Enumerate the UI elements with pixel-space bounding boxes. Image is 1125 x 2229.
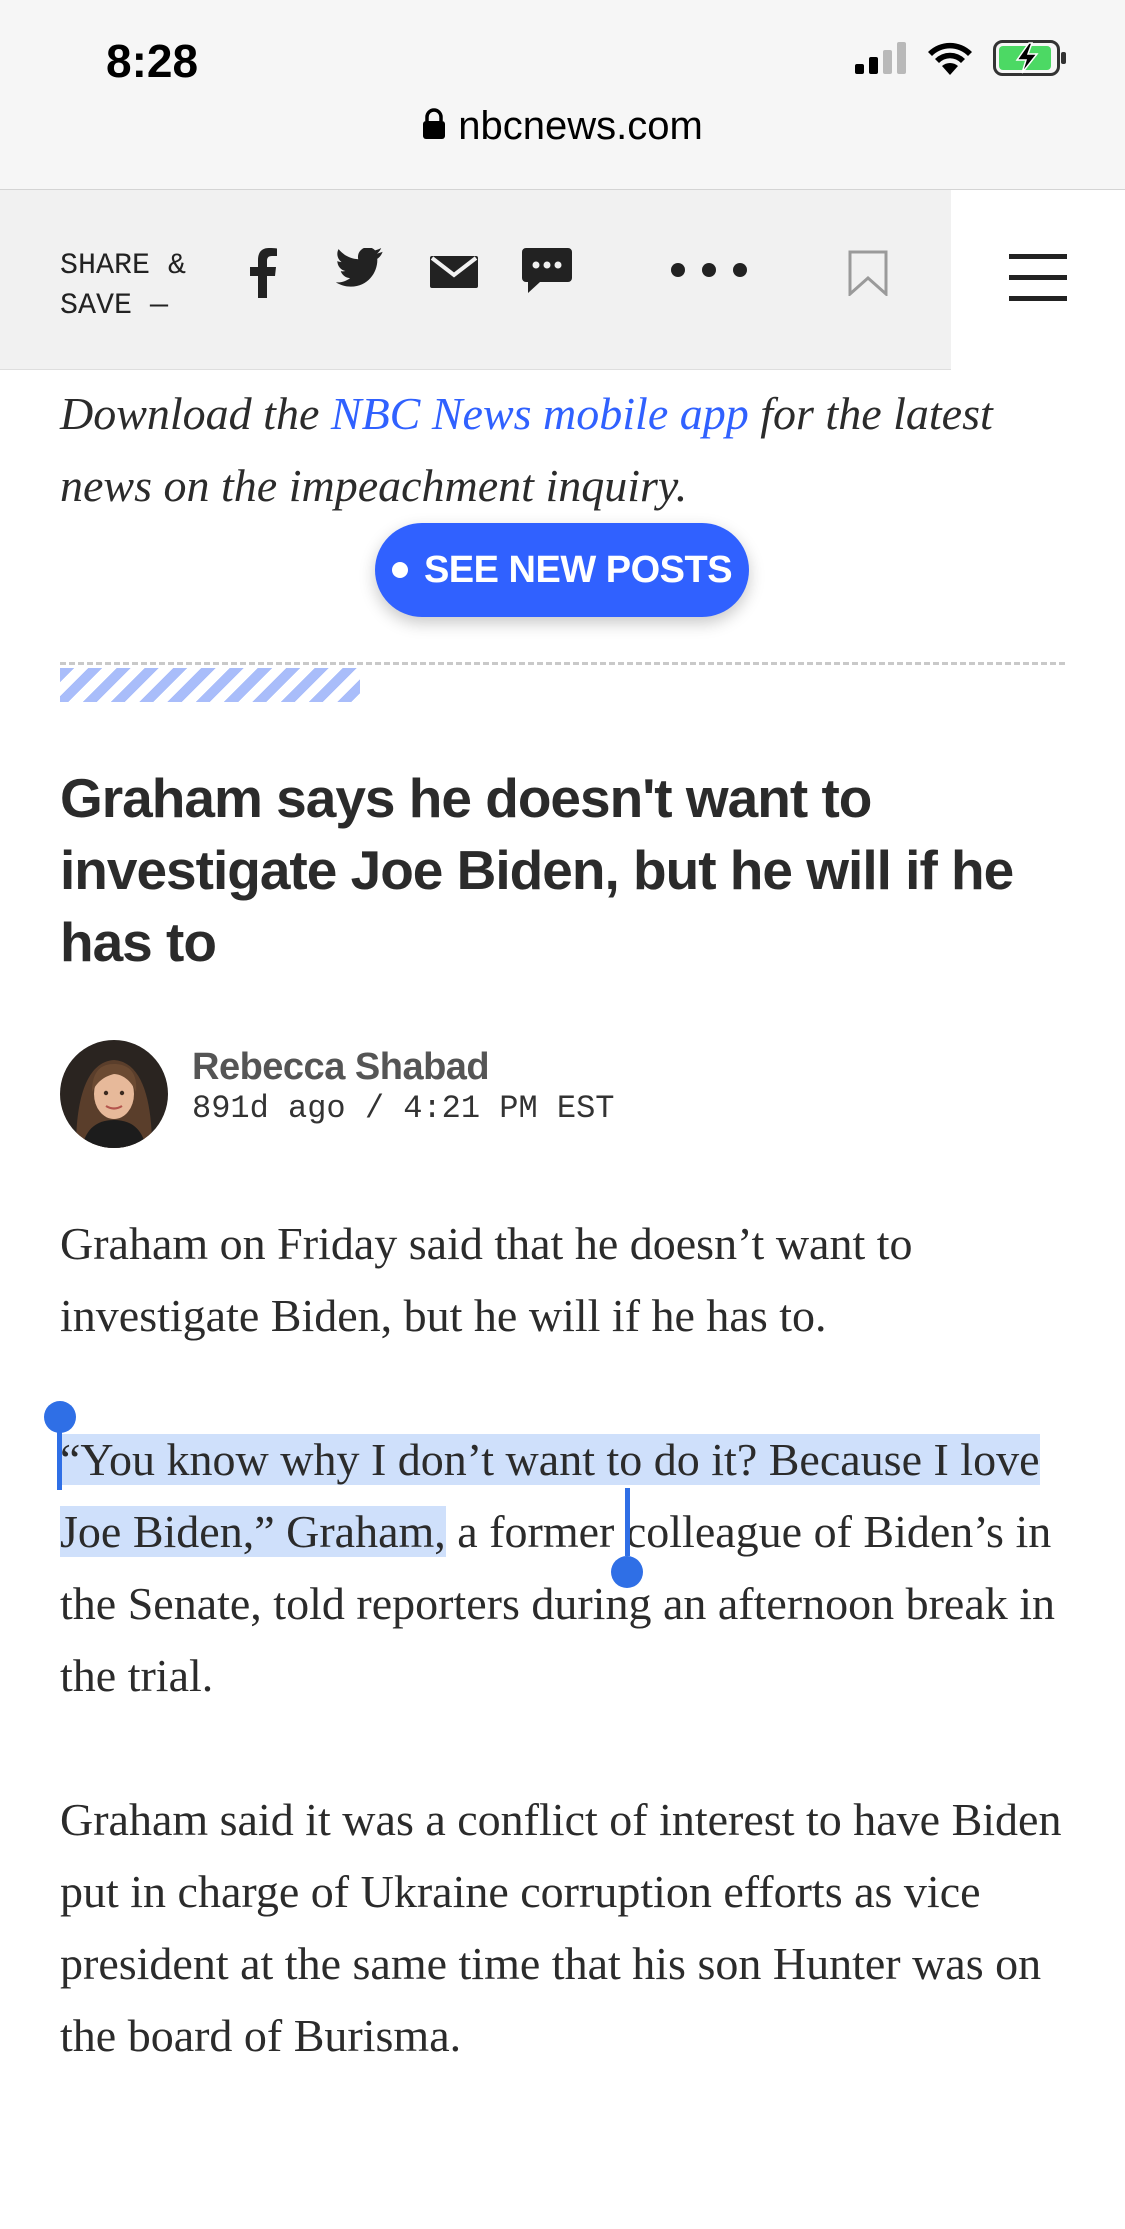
- facebook-icon[interactable]: [248, 248, 278, 298]
- author-avatar[interactable]: [60, 1040, 168, 1148]
- menu-button[interactable]: [951, 190, 1125, 370]
- promo-prefix: Download the: [60, 388, 331, 439]
- body-paragraph-1: Graham on Friday said that he doesn’t wa…: [60, 1218, 913, 1341]
- post-timestamp: 891d ago / 4:21 PM EST: [192, 1090, 615, 1127]
- post-headline: Graham says he doesn't want to investiga…: [60, 767, 1014, 973]
- wifi-icon: [927, 41, 973, 80]
- email-icon[interactable]: [430, 256, 478, 288]
- status-icons: [855, 40, 1067, 81]
- see-new-posts-label: SEE NEW POSTS: [423, 548, 733, 591]
- author-name[interactable]: Rebecca Shabad: [192, 1046, 490, 1089]
- post-divider-hatch: [60, 668, 360, 702]
- battery-charging-icon: [993, 40, 1067, 81]
- selection-end-caret: [625, 1488, 630, 1556]
- clock-time: 8:28: [106, 35, 199, 87]
- share-save-label: SHARE & SAVE —: [60, 249, 187, 323]
- browser-status-bar: 8:28 nbcnews.com: [0, 0, 1125, 190]
- lock-icon: [422, 108, 446, 145]
- live-dot-icon: [391, 562, 408, 578]
- twitter-icon[interactable]: [336, 248, 384, 288]
- body-paragraph-2: “You know why I don’t want to do it? Bec…: [60, 1424, 1070, 1712]
- selection-end-handle[interactable]: [611, 1556, 643, 1588]
- cellular-signal-icon: [855, 42, 907, 79]
- address-bar[interactable]: nbcnews.com: [0, 104, 1125, 149]
- share-toolbar: SHARE & SAVE —: [0, 190, 1125, 370]
- body-paragraph-3: Graham said it was a conflict of interes…: [60, 1794, 1062, 2061]
- see-new-posts-button[interactable]: SEE NEW POSTS: [375, 523, 749, 617]
- hamburger-menu-icon: [1009, 253, 1067, 307]
- selection-start-caret: [57, 1422, 62, 1490]
- post-divider: [60, 662, 1065, 665]
- sms-icon[interactable]: [522, 248, 572, 294]
- app-promo-text: Download the NBC News mobile app for the…: [60, 378, 1070, 522]
- more-icon[interactable]: [670, 262, 748, 278]
- bookmark-icon[interactable]: [848, 250, 888, 296]
- url-text: nbcnews.com: [458, 104, 703, 148]
- nbc-news-app-link[interactable]: NBC News mobile app: [331, 388, 749, 439]
